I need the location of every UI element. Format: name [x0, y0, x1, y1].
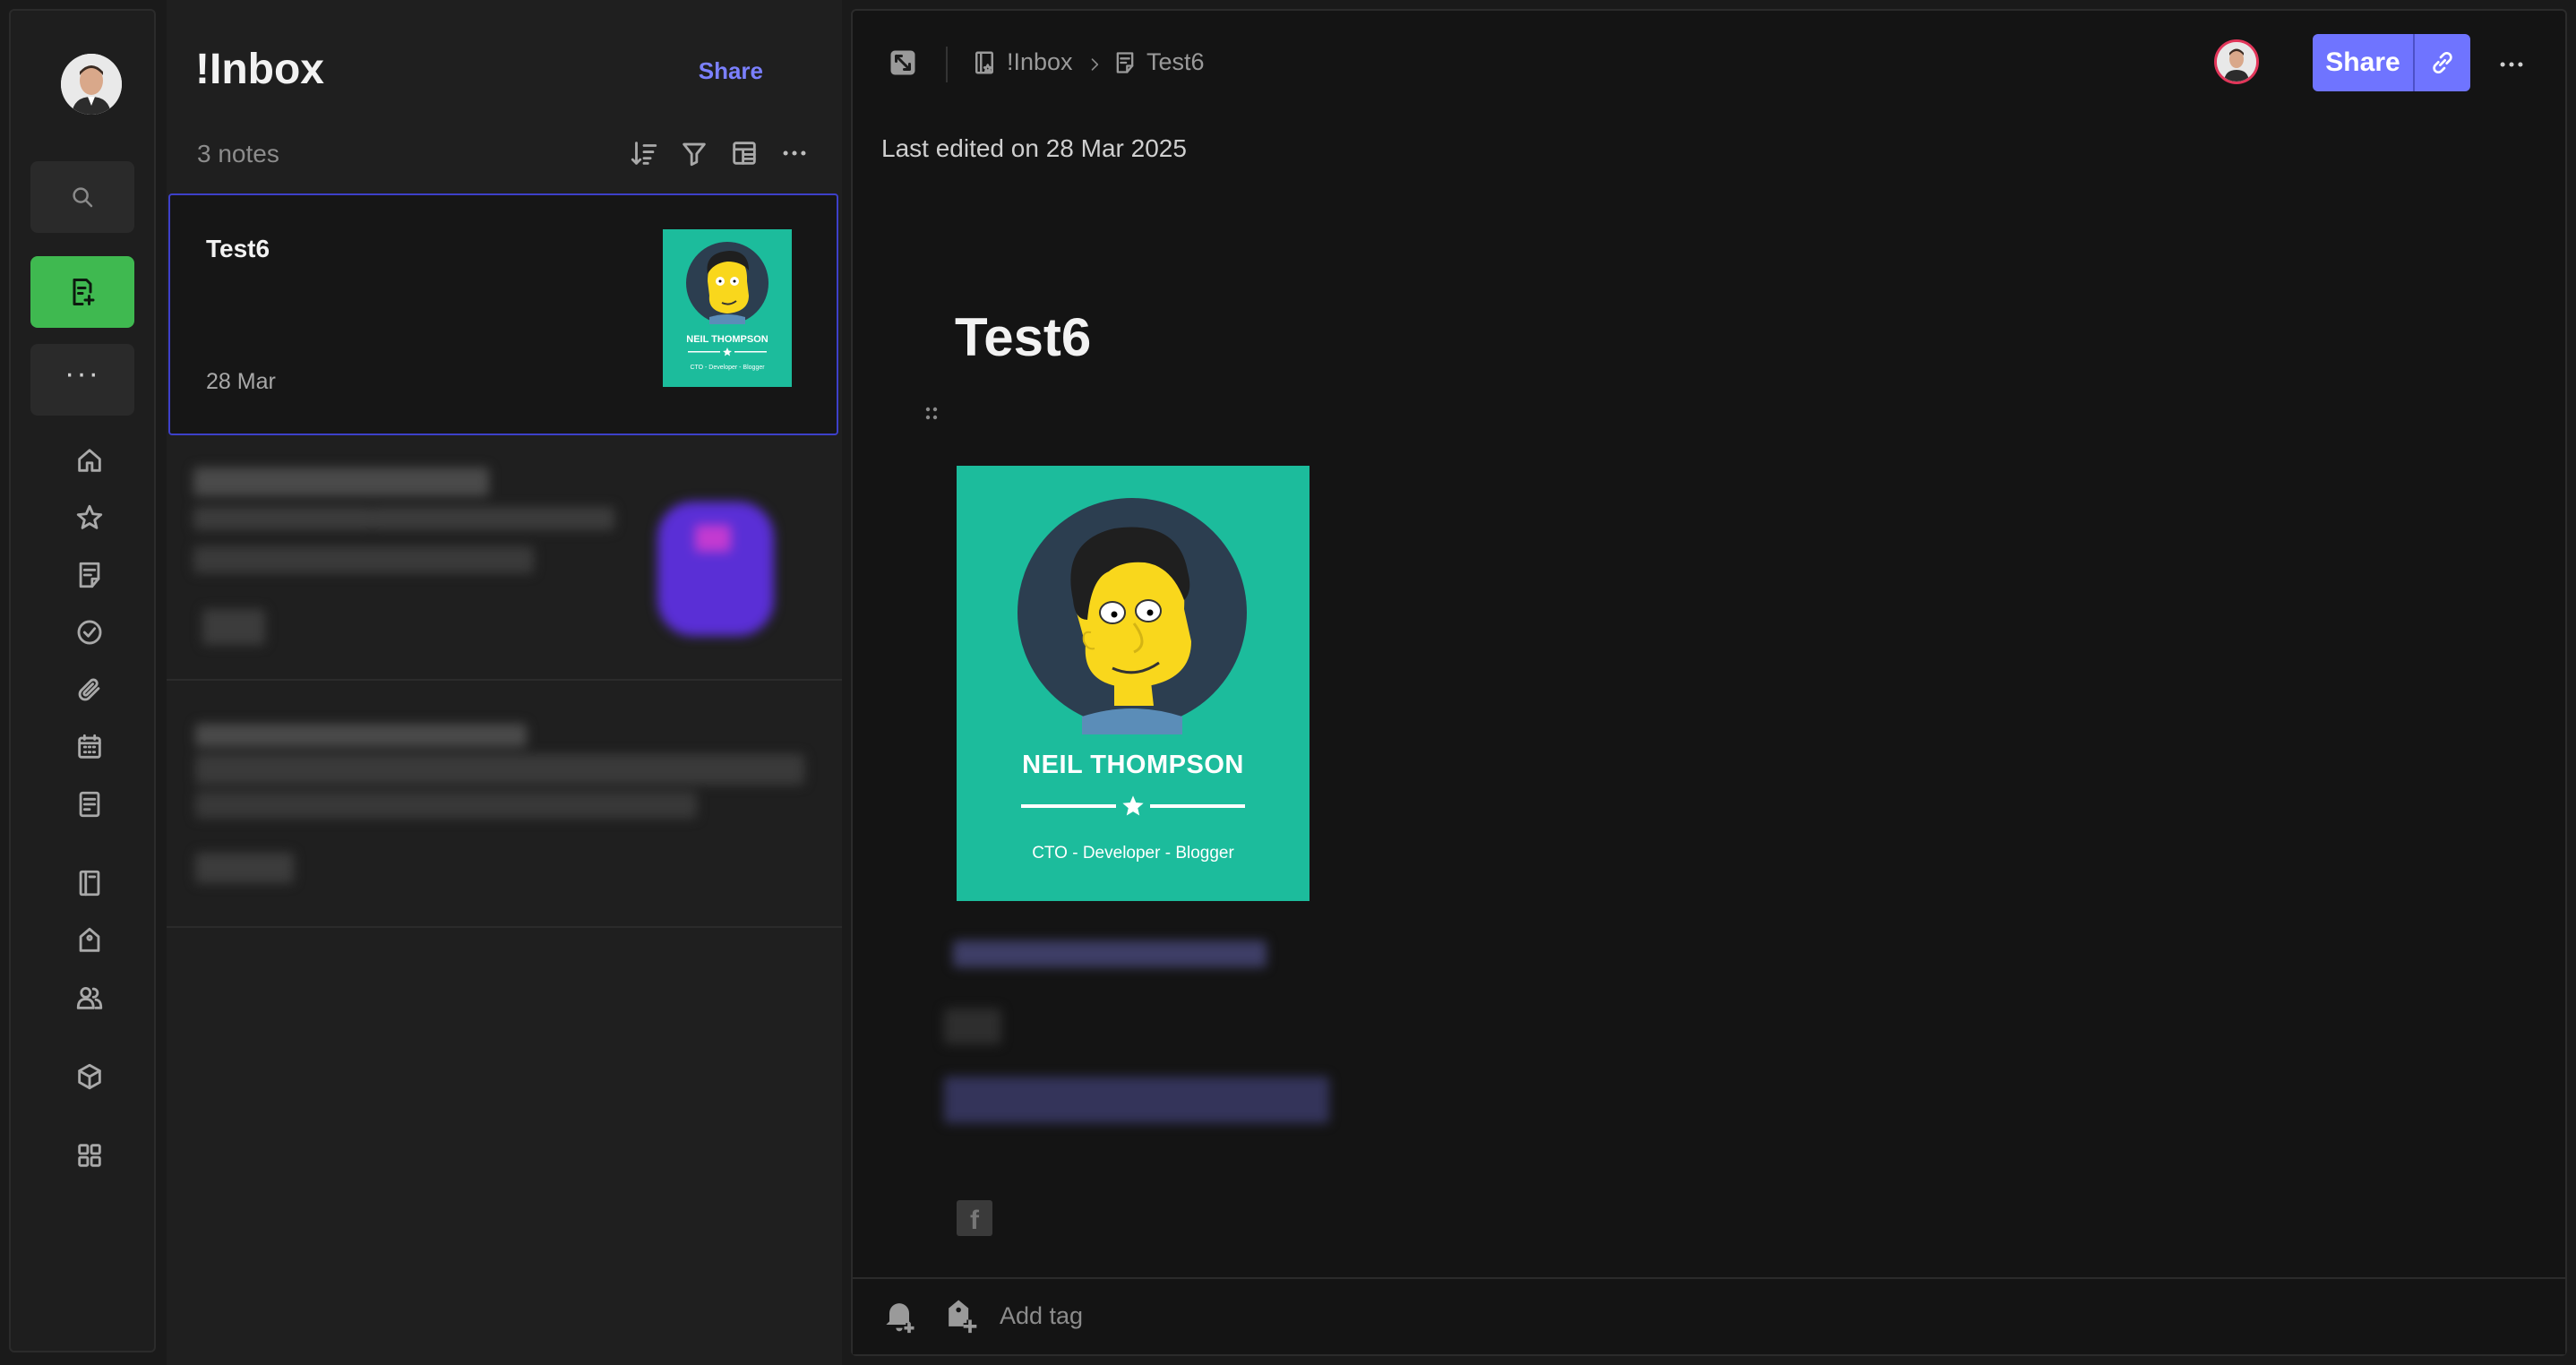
search-icon [69, 184, 96, 210]
search-button[interactable] [30, 161, 134, 233]
nav-rail: ··· [9, 9, 156, 1352]
layout-icon[interactable] [726, 134, 763, 172]
note-icon[interactable] [72, 557, 107, 593]
drag-handle-icon[interactable] [921, 403, 942, 425]
more-button[interactable]: ··· [30, 344, 134, 416]
add-tag-input[interactable]: Add tag [1000, 1302, 1083, 1330]
breadcrumb-note-label: Test6 [1146, 48, 1205, 75]
notebook-icon [971, 49, 998, 76]
svg-text:CTO - Developer - Blogger: CTO - Developer - Blogger [690, 365, 765, 371]
new-note-button[interactable] [30, 256, 134, 328]
share-button-group: Share [2313, 34, 2470, 91]
filter-icon[interactable] [675, 134, 713, 172]
note-card-date: 28 Mar [206, 369, 276, 394]
share-button[interactable]: Share [2313, 34, 2413, 91]
editor-footer: Add tag [853, 1277, 2565, 1354]
people-icon[interactable] [72, 980, 107, 1016]
breadcrumb-note[interactable]: Test6 [1112, 48, 1205, 76]
more-icon[interactable] [776, 134, 813, 172]
notebook-icon[interactable] [72, 865, 107, 901]
list-toolbar [625, 134, 813, 172]
home-icon[interactable] [72, 442, 107, 478]
ellipsis-icon: ··· [64, 356, 100, 391]
star-icon[interactable] [72, 500, 107, 536]
note-count: 3 notes [197, 140, 279, 167]
note-card-selected[interactable]: Test6 28 Mar NEIL THOMPSON CTO - Develop… [168, 193, 838, 435]
check-circle-icon[interactable] [72, 614, 107, 650]
star-icon [1122, 795, 1144, 816]
more-options-icon[interactable] [2494, 47, 2529, 82]
note-card-thumbnail: NEIL THOMPSON CTO - Developer - Blogger [663, 229, 792, 387]
note-editor: !Inbox Test6 Share Last edited on 28 Mar… [851, 9, 2567, 1356]
image-caption-tagline: CTO - Developer - Blogger [1032, 844, 1234, 863]
list-divider [167, 679, 842, 681]
cube-icon[interactable] [72, 1059, 107, 1095]
breadcrumb-notebook[interactable]: !Inbox [971, 48, 1073, 76]
note-card-title: Test6 [206, 235, 270, 262]
template-icon[interactable] [72, 786, 107, 822]
add-tag-icon[interactable] [940, 1295, 980, 1335]
embedded-image[interactable]: NEIL THOMPSON CTO - Developer - Blogger [957, 466, 1309, 901]
new-note-icon [66, 276, 99, 308]
grid-icon[interactable] [72, 1138, 107, 1173]
collaborator-avatar[interactable] [2214, 39, 2259, 84]
image-caption-name: NEIL THOMPSON [1022, 751, 1244, 779]
expand-icon[interactable] [885, 45, 921, 81]
breadcrumb-notebook-label: !Inbox [1007, 48, 1073, 75]
facebook-icon[interactable]: f [957, 1200, 992, 1236]
account-avatar[interactable] [61, 54, 122, 115]
note-title[interactable]: Test6 [955, 306, 1091, 368]
chevron-right-icon [1086, 56, 1103, 73]
paperclip-icon[interactable] [72, 672, 107, 708]
copy-link-icon[interactable] [2413, 34, 2470, 91]
image-rule [1150, 804, 1245, 808]
calendar-icon[interactable] [72, 729, 107, 765]
list-divider [167, 926, 842, 928]
tag-icon[interactable] [72, 923, 107, 958]
notes-list-pane: !Inbox Share 3 notes Test6 28 Mar NEIL T… [167, 0, 842, 1365]
svg-text:NEIL THOMPSON: NEIL THOMPSON [686, 334, 769, 345]
notebook-title: !Inbox [195, 46, 324, 93]
reminder-bell-icon[interactable] [880, 1295, 919, 1335]
note-icon [1112, 50, 1138, 75]
last-edited-label: Last edited on 28 Mar 2025 [881, 134, 1187, 162]
image-rule [1021, 804, 1116, 808]
toolbar-divider [946, 47, 948, 82]
list-share-button[interactable]: Share [699, 57, 763, 85]
sort-icon[interactable] [625, 134, 663, 172]
